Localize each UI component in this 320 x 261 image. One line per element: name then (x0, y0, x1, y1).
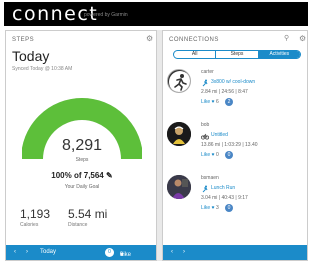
avatar[interactable] (167, 122, 191, 146)
steps-label: Steps (75, 157, 89, 163)
panel-title: CONNECTIONS (169, 37, 219, 43)
gear-icon[interactable]: ⚙ (299, 35, 306, 43)
comment-count[interactable]: 0 (105, 248, 114, 257)
search-icon[interactable]: ⚲ (284, 35, 289, 43)
tab-all[interactable]: All (174, 51, 217, 58)
activity-entry[interactable]: bob Untitled 13.86 mi | 1:03:29 | 13.40 … (167, 122, 307, 172)
goal-label: Your Daily Goal (64, 184, 100, 190)
distance-label: Distance (68, 222, 88, 228)
comment-count[interactable]: 0 (225, 151, 233, 159)
comment-count[interactable]: 0 (225, 204, 233, 212)
footer-day: Today (40, 249, 57, 255)
activity-entry[interactable]: carter 3x800 w/ cool-down 2.84 mi | 24:5… (167, 69, 307, 119)
activity-stats: 13.86 mi | 1:03:29 | 13.40 (201, 142, 258, 148)
activity-entry[interactable]: bsmaen Lunch Run 3.04 mi | 40:43 | 9:17 … (167, 175, 307, 225)
prev-day-button[interactable]: ‹ (14, 248, 16, 256)
heart-icon: ♥ (211, 152, 215, 158)
like-button[interactable]: Like ♥ 6 (201, 99, 219, 105)
activity-stats: 3.04 mi | 40:43 | 9:17 (201, 195, 248, 201)
tab-activities[interactable]: Activities (258, 51, 300, 58)
runner-photo-icon (167, 175, 191, 199)
app-header: connect powered by Garmin (4, 2, 308, 26)
gear-icon[interactable]: ⚙ (146, 35, 153, 43)
distance-value: 5.54 mi (68, 207, 108, 221)
next-day-button[interactable]: › (26, 248, 28, 256)
avatar[interactable] (167, 69, 191, 93)
connection-name[interactable]: carter (201, 69, 214, 75)
next-page-button[interactable]: › (183, 248, 185, 256)
runner-icon (169, 71, 190, 92)
activity-title[interactable]: Untitled (211, 132, 228, 138)
connections-footer: ‹ › (163, 245, 307, 260)
avatar[interactable] (167, 175, 191, 199)
like-button[interactable]: Like ♥ 0 (201, 152, 219, 158)
running-icon (202, 79, 208, 87)
cyclist-photo-icon (167, 122, 191, 146)
connections-panel: CONNECTIONS ⚲ ⚙ All Steps Activities car… (162, 30, 308, 261)
activity-title[interactable]: 3x800 w/ cool-down (211, 79, 255, 85)
date-heading: Today (12, 48, 50, 64)
calories-label: Calories (20, 222, 39, 228)
steps-panel: STEPS ⚙ Today Synced Today @ 10:38 AM 8,… (5, 30, 157, 261)
activity-stats: 2.84 mi | 24:56 | 8:47 (201, 89, 248, 95)
steps-footer: ‹ › Today 0 Like ♥ 0 (6, 245, 156, 260)
connection-name[interactable]: bob (201, 122, 209, 128)
connection-name[interactable]: bsmaen (201, 175, 219, 181)
prev-page-button[interactable]: ‹ (171, 248, 173, 256)
steps-count: 8,291 (61, 137, 103, 154)
pencil-icon[interactable]: ✎ (106, 171, 113, 180)
activity-title[interactable]: Lunch Run (211, 185, 235, 191)
like-button[interactable]: Like ♥ 3 (201, 205, 219, 211)
heart-icon: ♥ (211, 205, 215, 211)
running-icon (202, 185, 208, 193)
goal-percent: 100% of 7,564 ✎ (51, 171, 113, 180)
powered-by: powered by Garmin (84, 12, 128, 18)
cycling-icon (201, 133, 209, 140)
tab-steps[interactable]: Steps (216, 51, 259, 58)
sync-status: Synced Today @ 10:38 AM (12, 66, 73, 72)
connections-tabs: All Steps Activities (173, 50, 301, 59)
comment-count[interactable]: 2 (225, 98, 233, 106)
heart-icon: ♥ (211, 99, 215, 105)
panel-title: STEPS (12, 37, 35, 43)
calories-value: 1,193 (20, 207, 51, 221)
